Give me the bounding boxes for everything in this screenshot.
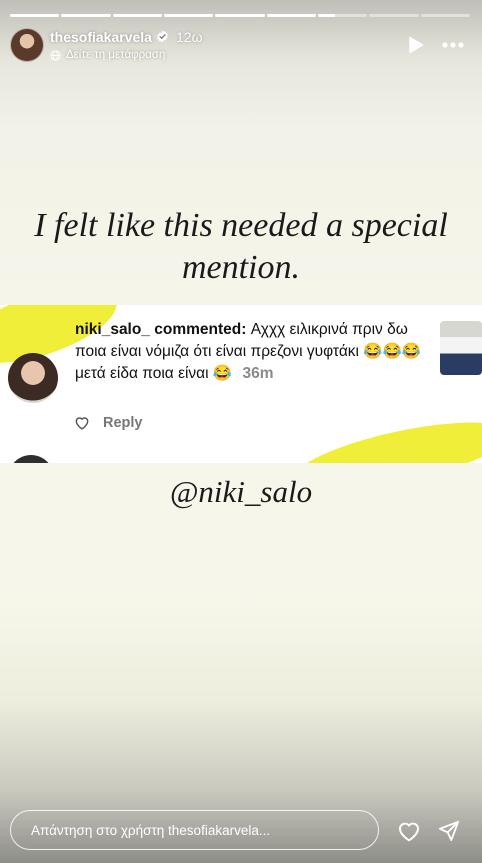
heart-outline-icon (75, 417, 89, 430)
comment-username: niki_salo_ (75, 321, 150, 338)
mention-text: @niki_salo (169, 474, 313, 509)
progress-segment (369, 14, 419, 17)
reply-placeholder: Απάντηση στο χρήστη thesofiakarvela... (31, 823, 271, 838)
progress-segment (317, 14, 368, 17)
comment-text: niki_salo_ commented: Αχχχ ειλικρινά πρι… (75, 319, 435, 385)
progress-fill (215, 14, 265, 17)
progress-fill (266, 14, 316, 17)
progress-segment (112, 14, 162, 17)
verified-badge-icon (157, 30, 168, 43)
like-heart-icon[interactable] (397, 820, 421, 842)
post-thumbnail (440, 321, 482, 375)
comment-action: commented: (154, 321, 247, 338)
comment-reply-label: Reply (103, 415, 143, 431)
comment-screenshot: niki_salo_ commented: Αχχχ ειλικρινά πρι… (0, 305, 482, 463)
translate-label: Δείτε τη μετάφραση (66, 49, 166, 61)
comment-time: 36m (242, 365, 274, 382)
send-icon[interactable] (438, 820, 460, 842)
story-caption: I felt like this needed a special mentio… (34, 207, 448, 286)
profile-avatar[interactable] (10, 28, 44, 62)
progress-segment (163, 14, 214, 17)
progress-segment (420, 14, 470, 17)
reply-input[interactable]: Απάντηση στο χρήστη thesofiakarvela... (10, 810, 379, 850)
progress-fill (112, 14, 162, 17)
next-commenter-avatar (8, 455, 54, 463)
progress-segment (61, 14, 111, 17)
progress-segment (215, 14, 265, 17)
commenter-avatar (8, 353, 58, 403)
progress-segment (10, 14, 60, 17)
progress-fill (163, 14, 214, 17)
story-header: thesofiakarvela 12ω Δείτε τη μετάφραση (10, 28, 470, 64)
translate-link[interactable]: Δείτε τη μετάφραση (50, 49, 165, 61)
progress-segment (266, 14, 316, 17)
progress-fill (61, 14, 111, 17)
story-time: 12ω (176, 29, 203, 45)
username-link[interactable]: thesofiakarvela (50, 29, 152, 45)
story-viewer: thesofiakarvela 12ω Δείτε τη μετάφραση I… (0, 0, 482, 863)
globe-icon (50, 49, 61, 61)
more-icon[interactable] (442, 42, 464, 48)
progress-fill (10, 14, 60, 17)
story-progress (10, 14, 470, 17)
play-icon[interactable] (408, 36, 424, 54)
progress-fill (317, 14, 336, 17)
